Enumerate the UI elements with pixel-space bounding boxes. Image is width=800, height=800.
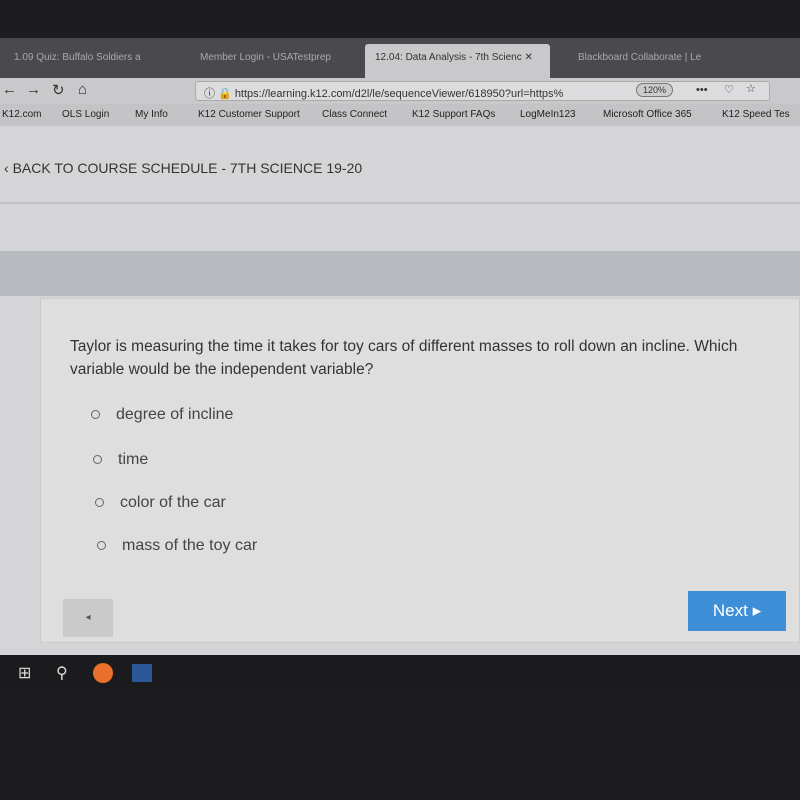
divider <box>0 202 800 204</box>
option-mass-of-the-toy-car[interactable]: mass of the toy car <box>97 537 257 555</box>
bookmark[interactable]: LogMeIn123 <box>520 109 576 120</box>
url-text: https://learning.k12.com/d2l/le/sequence… <box>234 88 564 100</box>
taskbar: ⊞ ⚲ <box>0 655 800 690</box>
next-button[interactable]: Next ▸ <box>688 591 786 631</box>
radio-icon[interactable] <box>91 410 100 419</box>
bookmark[interactable]: K12 Support FAQs <box>412 109 495 120</box>
question-card: Taylor is measuring the time it takes fo… <box>40 298 800 643</box>
home-icon[interactable]: ⌂ <box>78 81 87 98</box>
star-icon[interactable]: ☆ <box>746 82 756 95</box>
word-icon[interactable] <box>132 664 152 682</box>
firefox-icon[interactable] <box>93 663 113 683</box>
reload-icon[interactable]: ↻ <box>52 81 65 99</box>
tab-usatestprep[interactable]: Member Login - USATestprep <box>200 52 331 63</box>
page: ‹ BACK TO COURSE SCHEDULE - 7TH SCIENCE … <box>0 126 800 658</box>
bookmark[interactable]: K12 Customer Support <box>198 109 300 120</box>
radio-icon[interactable] <box>97 541 106 550</box>
option-degree-of-incline[interactable]: degree of incline <box>91 406 233 424</box>
back-to-course-link[interactable]: ‹ BACK TO COURSE SCHEDULE - 7TH SCIENCE … <box>4 160 362 176</box>
bookmarks-bar: K12.com OLS Login My Info K12 Customer S… <box>0 104 800 126</box>
back-link-label: BACK TO COURSE SCHEDULE - 7TH SCIENCE 19… <box>12 160 363 176</box>
tab-data-analysis[interactable]: 12.04: Data Analysis - 7th Scienc ✕ <box>365 44 550 78</box>
close-icon[interactable]: ✕ <box>525 52 533 63</box>
more-icon[interactable]: ••• <box>696 84 708 96</box>
bookmark[interactable]: K12 Speed Tes <box>722 109 790 120</box>
zoom-badge[interactable]: 120% <box>636 83 674 97</box>
option-time[interactable]: time <box>93 451 148 469</box>
forward-icon[interactable]: → <box>26 81 41 98</box>
windows-start-icon[interactable]: ⊞ <box>18 663 31 683</box>
previous-button[interactable]: ◂ <box>63 599 113 637</box>
back-icon[interactable]: ← <box>2 81 17 98</box>
radio-icon[interactable] <box>93 455 102 464</box>
toolbar: ← → ↻ ⌂ ⓘ 🔒 https://learning.k12.com/d2l… <box>0 78 800 104</box>
pocket-icon[interactable]: ♡ <box>724 83 734 96</box>
tab-label: 12.04: Data Analysis - 7th Scienc <box>375 52 522 63</box>
tab-quiz[interactable]: 1.09 Quiz: Buffalo Soldiers a <box>14 52 141 63</box>
bookmark[interactable]: K12.com <box>2 109 41 120</box>
option-color-of-the-car[interactable]: color of the car <box>95 494 226 512</box>
screen: 1.09 Quiz: Buffalo Soldiers a Member Log… <box>0 38 800 658</box>
url-bar[interactable]: ⓘ 🔒 https://learning.k12.com/d2l/le/sequ… <box>195 81 770 101</box>
radio-icon[interactable] <box>95 498 104 507</box>
tab-strip: 1.09 Quiz: Buffalo Soldiers a Member Log… <box>0 38 800 78</box>
option-label: degree of incline <box>116 406 234 423</box>
lock-icon: ⓘ 🔒 <box>204 88 235 100</box>
bookmark[interactable]: Microsoft Office 365 <box>603 109 692 120</box>
option-label: time <box>118 451 149 468</box>
bookmark[interactable]: My Info <box>135 109 168 120</box>
option-label: mass of the toy car <box>122 537 258 554</box>
tab-blackboard[interactable]: Blackboard Collaborate | Le <box>578 52 701 63</box>
question-text: Taylor is measuring the time it takes fo… <box>70 338 738 378</box>
chevron-left-icon: ‹ <box>4 160 13 176</box>
bookmark[interactable]: Class Connect <box>322 109 387 120</box>
bookmark[interactable]: OLS Login <box>62 109 109 120</box>
banner <box>0 251 800 296</box>
option-label: color of the car <box>120 494 226 511</box>
search-icon[interactable]: ⚲ <box>56 663 68 683</box>
